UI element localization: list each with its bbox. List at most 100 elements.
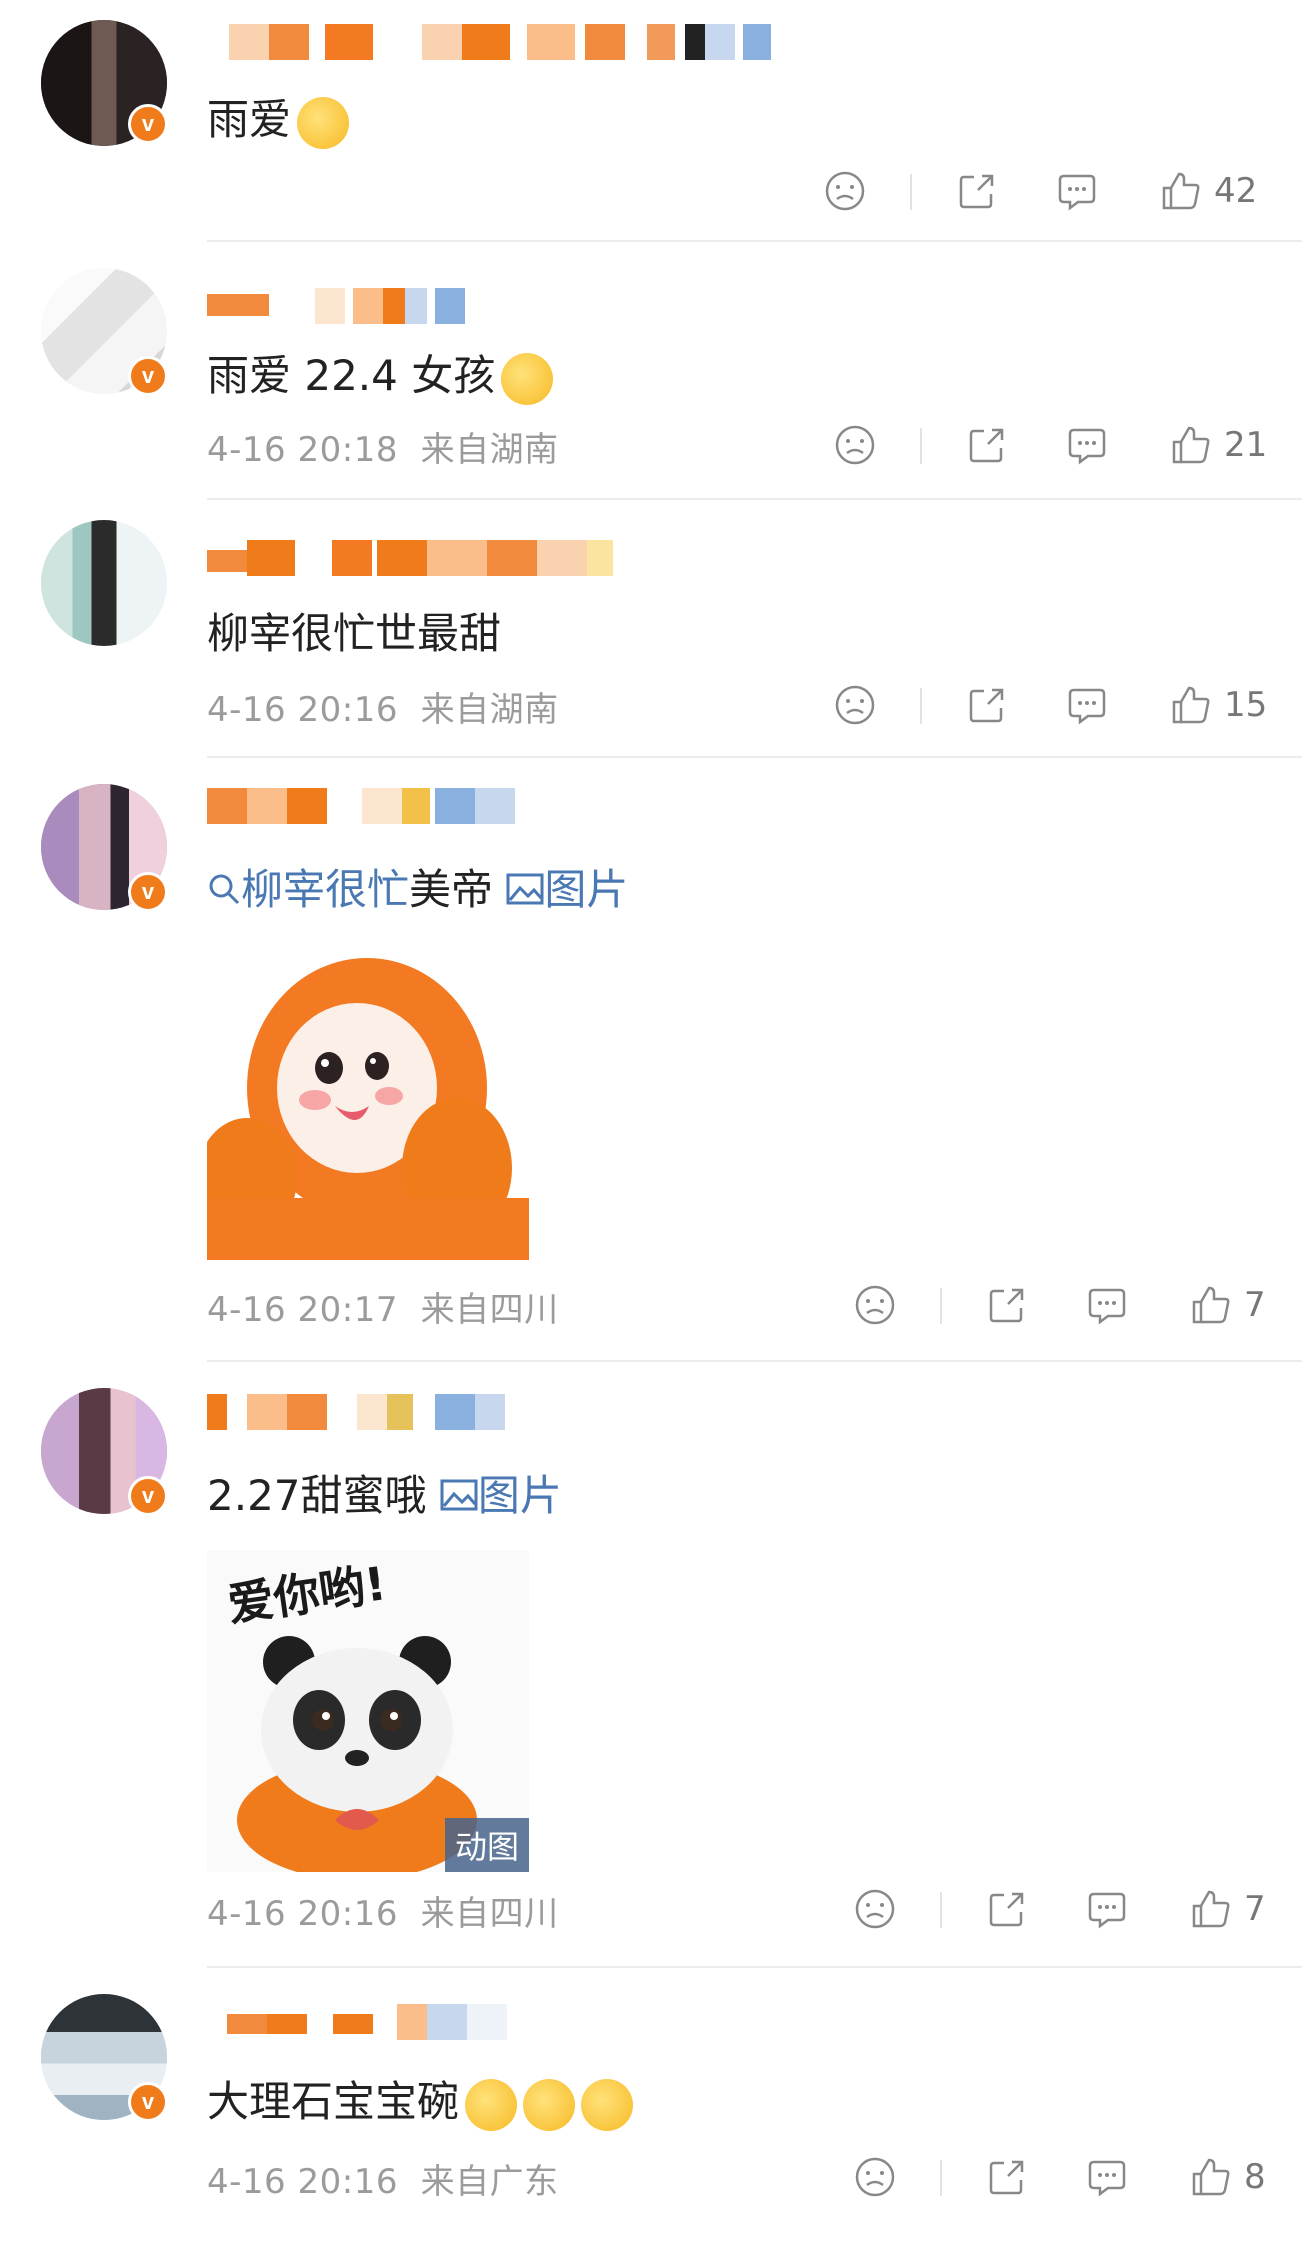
- reply-button[interactable]: [1066, 680, 1108, 730]
- comment-item: v 雨爱 22.4 女孩 4-16 20:18 来自湖南 21: [0, 242, 1302, 498]
- dislike-face-icon: [835, 685, 875, 725]
- like-button[interactable]: 8: [1190, 2152, 1266, 2202]
- comment-actions: 7: [854, 1884, 1274, 1934]
- comment-text: 大理石宝宝碗: [207, 2068, 634, 2131]
- comment-time: 4-16 20:17: [207, 1290, 398, 1330]
- dislike-face-icon: [855, 2157, 895, 2197]
- image-link-label: 图片: [544, 865, 629, 914]
- comment-item: v 雨爱 42: [0, 0, 1302, 240]
- comment-text-content: 雨爱: [207, 95, 292, 144]
- thumbs-up-icon: [1192, 1890, 1230, 1928]
- share-button[interactable]: [986, 2152, 1028, 2202]
- image-icon: [440, 1479, 478, 1511]
- share-icon: [989, 1892, 1024, 1927]
- share-button[interactable]: [966, 420, 1008, 470]
- username-redacted[interactable]: [207, 288, 507, 324]
- reply-button[interactable]: [1086, 2152, 1128, 2202]
- dislike-button[interactable]: [854, 1884, 896, 1934]
- comment-text: 2.27甜蜜哦 图片: [207, 1462, 562, 1523]
- like-button[interactable]: 7: [1190, 1280, 1266, 1330]
- like-button[interactable]: 21: [1170, 420, 1267, 470]
- comment-meta: 4-16 20:18 来自湖南: [207, 422, 559, 471]
- pray-emoji-icon: [465, 2078, 518, 2131]
- dislike-button[interactable]: [854, 1280, 896, 1330]
- like-button[interactable]: 7: [1190, 1884, 1266, 1934]
- dislike-button[interactable]: [854, 2152, 896, 2202]
- comment-actions: 15: [834, 680, 1274, 730]
- comment-text: 雨爱: [207, 86, 350, 149]
- like-count: 8: [1244, 2157, 1266, 2197]
- comment-actions: 8: [854, 2152, 1274, 2202]
- comment-bubble-icon: [1068, 688, 1106, 725]
- share-button[interactable]: [966, 680, 1008, 730]
- comment-bubble-icon: [1088, 1892, 1126, 1929]
- username-redacted[interactable]: [207, 2004, 517, 2040]
- comment-actions: 21: [834, 420, 1274, 470]
- comment-time: 4-16 20:16: [207, 1894, 398, 1934]
- dislike-face-icon: [835, 425, 875, 465]
- thumbs-up-icon: [1192, 1286, 1230, 1324]
- comment-text-content: 雨爱 22.4 女孩: [207, 351, 496, 400]
- reply-button[interactable]: [1056, 166, 1098, 216]
- dislike-button[interactable]: [824, 166, 866, 216]
- username-redacted[interactable]: [207, 788, 527, 824]
- dislike-face-icon: [855, 1889, 895, 1929]
- search-link[interactable]: 柳宰很忙: [207, 865, 409, 914]
- comment-location: 来自湖南: [420, 430, 559, 470]
- comment-bubble-icon: [1088, 2160, 1126, 2197]
- comment-bubble-icon: [1068, 428, 1106, 465]
- avatar-mosaic: [41, 520, 167, 646]
- dislike-button[interactable]: [834, 420, 876, 470]
- username-redacted[interactable]: [207, 24, 797, 60]
- dislike-face-icon: [855, 1285, 895, 1325]
- thumbs-up-icon: [1172, 426, 1210, 464]
- heart-kiss-emoji-icon: [297, 96, 350, 149]
- image-link-label: 图片: [477, 1471, 562, 1520]
- pray-emoji-icon: [523, 2078, 576, 2131]
- reply-button[interactable]: [1066, 420, 1108, 470]
- like-count: 21: [1224, 425, 1268, 465]
- share-button[interactable]: [986, 1280, 1028, 1330]
- share-icon: [959, 174, 994, 209]
- comment-time: 4-16 20:18: [207, 430, 398, 470]
- comment-bubble-icon: [1088, 1288, 1126, 1325]
- image-link[interactable]: 图片: [506, 865, 628, 914]
- avatar[interactable]: [41, 520, 167, 646]
- like-button[interactable]: 42: [1160, 166, 1257, 216]
- share-button[interactable]: [986, 1884, 1028, 1934]
- image-icon: [506, 873, 544, 905]
- comment-location: 来自四川: [420, 1894, 559, 1934]
- orange-monkey-sticker[interactable]: [207, 938, 529, 1260]
- share-button[interactable]: [956, 166, 998, 216]
- comment-meta: 4-16 20:16 来自四川: [207, 1886, 559, 1935]
- dislike-button[interactable]: [834, 680, 876, 730]
- like-button[interactable]: 15: [1170, 680, 1267, 730]
- reply-button[interactable]: [1086, 1280, 1128, 1330]
- share-icon: [989, 2160, 1024, 2195]
- action-divider: [920, 688, 922, 724]
- dislike-face-icon: [825, 171, 865, 211]
- comment-location: 来自广东: [420, 2162, 559, 2202]
- comment-location: 来自湖南: [420, 690, 559, 730]
- search-icon: [209, 874, 240, 905]
- comment-bubble-icon: [1058, 174, 1096, 211]
- comment-item: v 大理石宝宝碗 4-16 20:16 来自广东 8: [0, 1968, 1302, 2244]
- comment-item: v 2.27甜蜜哦 图片 爱你哟! 动图 4-16 20:16 来自四川 7: [0, 1362, 1302, 1966]
- username-redacted[interactable]: [207, 1394, 517, 1430]
- image-link[interactable]: 图片: [440, 1471, 562, 1520]
- comment-text: 雨爱 22.4 女孩: [207, 342, 554, 405]
- verified-badge-icon: v: [128, 356, 168, 396]
- comment-meta: 4-16 20:16 来自湖南: [207, 682, 559, 731]
- comment-time: 4-16 20:16: [207, 690, 398, 730]
- comment-text-content: 大理石宝宝碗: [207, 2077, 460, 2126]
- username-redacted[interactable]: [207, 540, 617, 576]
- search-link-label: 柳宰很忙: [241, 865, 410, 914]
- like-count: 7: [1244, 1889, 1266, 1929]
- comment-time: 4-16 20:16: [207, 2162, 398, 2202]
- action-divider: [940, 2160, 942, 2196]
- pray-emoji-icon: [581, 2078, 634, 2131]
- panda-love-sticker[interactable]: 爱你哟! 动图: [207, 1550, 529, 1872]
- action-divider: [910, 174, 912, 210]
- comment-meta: 4-16 20:16 来自广东: [207, 2154, 559, 2203]
- reply-button[interactable]: [1086, 1884, 1128, 1934]
